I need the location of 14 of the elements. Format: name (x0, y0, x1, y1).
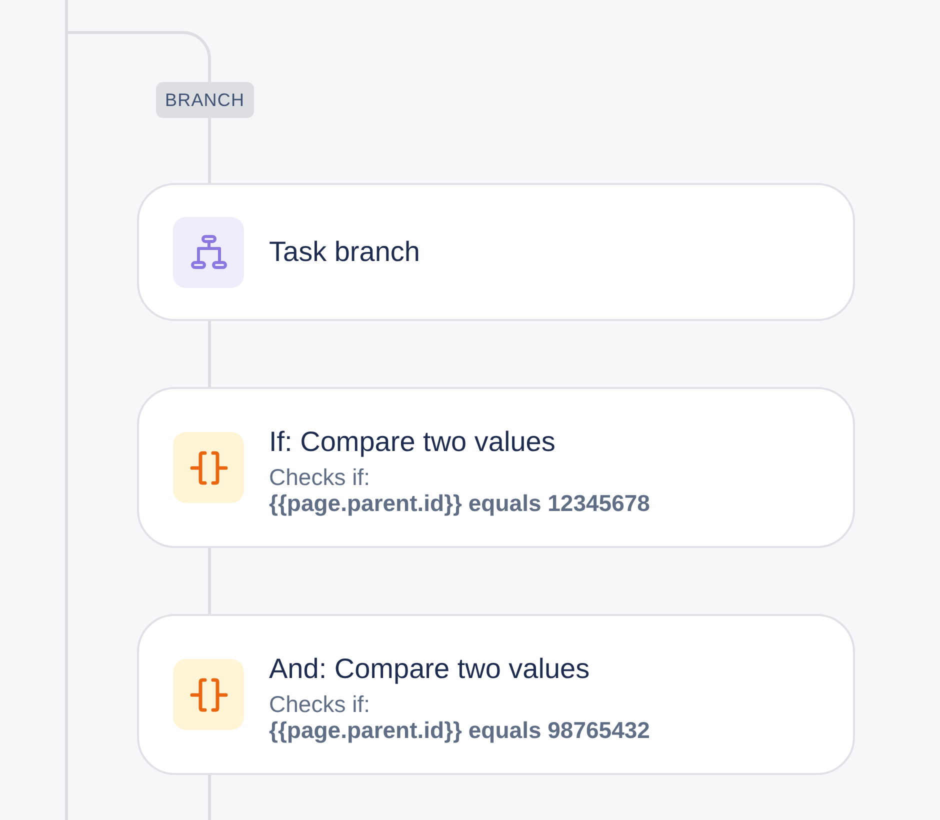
step-card[interactable]: If: Compare two values Checks if: {{page.parent.id}} equals 12345678 (137, 387, 855, 548)
condition-label: Checks if: (269, 690, 371, 716)
braces-icon (173, 659, 244, 730)
braces-icon (173, 432, 244, 503)
branch-tag: BRANCH (156, 82, 254, 118)
condition-text: {{page.parent.id}} equals 12345678 (269, 490, 650, 516)
step-title: And: Compare two values (269, 652, 591, 686)
condition-text: {{page.parent.id}} equals 98765432 (269, 716, 650, 742)
step-title: Task branch (269, 235, 420, 269)
hierarchy-icon (173, 216, 244, 288)
step-card[interactable]: And: Compare two values Checks if: {{page.parent.id}} equals 98765432 (137, 614, 855, 775)
condition-label: Checks if: (269, 464, 371, 490)
step-title: If: Compare two values (269, 424, 556, 458)
step-card[interactable]: Task branch (137, 183, 855, 321)
